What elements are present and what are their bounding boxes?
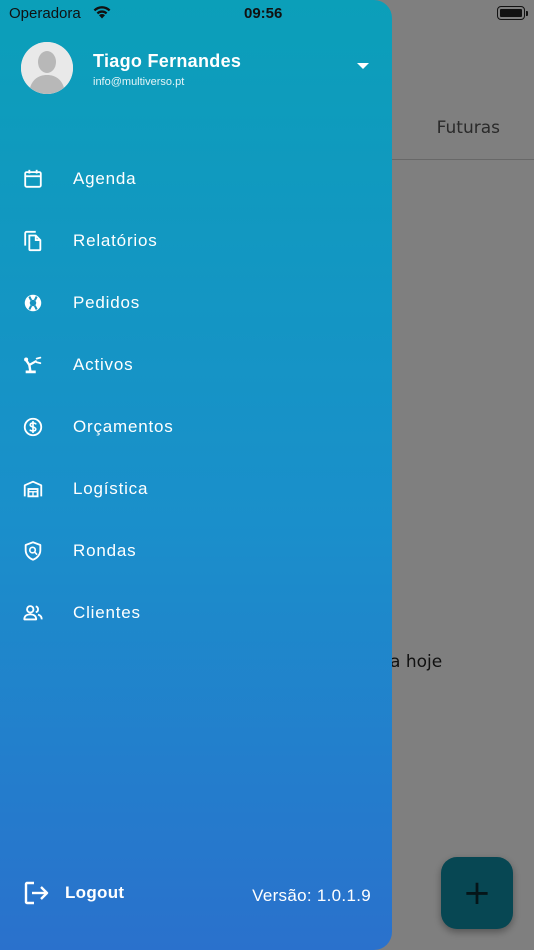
robot-arm-icon bbox=[21, 353, 45, 377]
wifi-icon bbox=[93, 6, 111, 19]
menu-item-pedidos[interactable]: Pedidos bbox=[0, 272, 392, 334]
avatar bbox=[21, 42, 73, 94]
menu-item-label: Activos bbox=[73, 355, 134, 374]
menu-item-activos[interactable]: Activos bbox=[0, 334, 392, 396]
menu-item-label: Orçamentos bbox=[73, 417, 174, 436]
battery-icon bbox=[497, 6, 528, 20]
logout-icon bbox=[24, 881, 49, 905]
documents-icon bbox=[21, 229, 45, 253]
logout-button[interactable]: Logout bbox=[22, 878, 124, 908]
drawer-menu: Agenda Relatórios Pedidos Activos Orçame… bbox=[0, 148, 392, 644]
menu-item-clientes[interactable]: Clientes bbox=[0, 582, 392, 644]
menu-item-label: Relatórios bbox=[73, 231, 158, 250]
drawer-footer: Logout Versão: 1.0.1.9 bbox=[0, 870, 392, 918]
menu-item-agenda[interactable]: Agenda bbox=[0, 148, 392, 210]
menu-item-relatorios[interactable]: Relatórios bbox=[0, 210, 392, 272]
menu-item-logistica[interactable]: Logística bbox=[0, 458, 392, 520]
user-name: Tiago Fernandes bbox=[93, 51, 242, 71]
menu-item-label: Agenda bbox=[73, 169, 137, 188]
carrier-label: Operadora bbox=[9, 5, 81, 22]
version-label: Versão: 1.0.1.9 bbox=[252, 886, 371, 905]
people-icon bbox=[21, 601, 45, 625]
calendar-icon bbox=[21, 167, 45, 191]
chevron-down-icon[interactable] bbox=[357, 63, 369, 69]
menu-item-label: Logística bbox=[73, 479, 149, 498]
status-bar: Operadora 09:56 bbox=[0, 0, 534, 28]
menu-item-orcamentos[interactable]: Orçamentos bbox=[0, 396, 392, 458]
logout-label: Logout bbox=[65, 883, 125, 902]
user-email: info@multiverso.pt bbox=[93, 76, 185, 88]
lifebuoy-icon bbox=[21, 291, 45, 315]
menu-item-label: Clientes bbox=[73, 603, 141, 622]
shield-search-icon bbox=[21, 539, 45, 563]
navigation-drawer: Tiago Fernandes info@multiverso.pt Agend… bbox=[0, 0, 392, 950]
clock: 09:56 bbox=[244, 5, 283, 22]
user-profile-header[interactable]: Tiago Fernandes info@multiverso.pt bbox=[21, 40, 372, 96]
warehouse-icon bbox=[21, 477, 45, 501]
dollar-circle-icon bbox=[21, 415, 45, 439]
menu-item-label: Rondas bbox=[73, 541, 137, 560]
user-avatar-icon bbox=[21, 42, 73, 94]
menu-item-rondas[interactable]: Rondas bbox=[0, 520, 392, 582]
menu-item-label: Pedidos bbox=[73, 293, 141, 312]
